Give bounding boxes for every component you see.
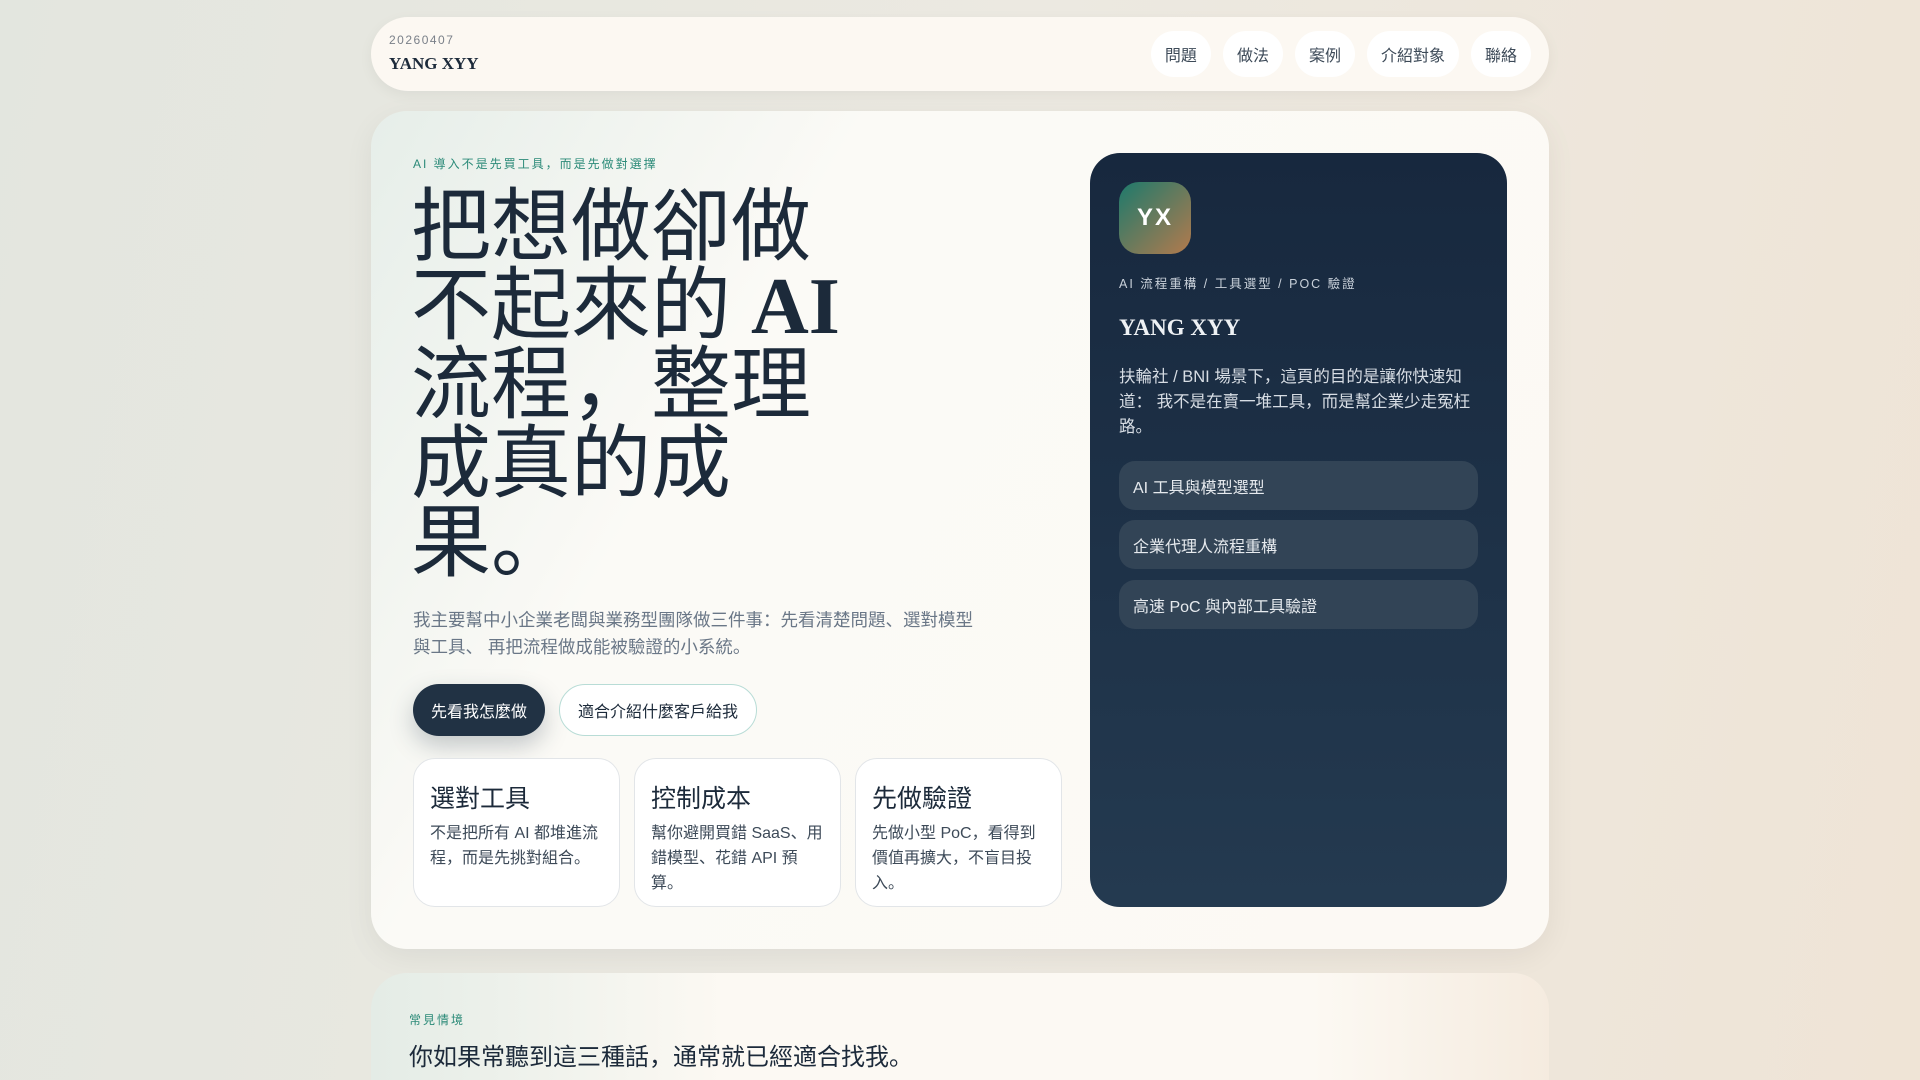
main-nav: 問題 做法 案例 介紹對象 聯絡 [1150, 31, 1531, 77]
card-title: 控制成本 [651, 785, 752, 813]
hero-section: AI 導入不是先買工具，而是先做對選擇 把想做卻做不起來的 AI 流程，整理成真… [371, 111, 1549, 949]
top-header: 20260407 YANG XYY 問題 做法 案例 介紹對象 聯絡 [371, 17, 1549, 91]
nav-problems[interactable]: 問題 [1150, 31, 1211, 77]
nav-approach[interactable]: 做法 [1222, 31, 1283, 77]
headline-ai: AI [751, 263, 840, 351]
profile-description: 扶輪社 / BNI 場景下，這頁的目的是讓你快速知道： 我不是在賣一堆工具，而是… [1119, 368, 1471, 436]
profile-tagline: AI 流程重構 / 工具選型 / POC 驗證 [1119, 277, 1357, 291]
service-item: AI 工具與模型選型 [1119, 461, 1478, 510]
feature-card: 控制成本 幫你避開買錯 SaaS、用錯模型、花錯 API 預算。 [634, 758, 841, 907]
service-item: 高速 PoC 與內部工具驗證 [1119, 580, 1478, 629]
scenarios-section: 常見情境 你如果常聽到這三種話，通常就已經適合找我。 [371, 973, 1549, 1080]
hero-headline: 把想做卻做不起來的 AI 流程，整理成真的成果。 [411, 188, 841, 584]
headline-part: 流程，整理成真的成果。 [411, 342, 811, 588]
feature-card: 先做驗證 先做小型 PoC，看得到價值再擴大，不盲目投入。 [855, 758, 1062, 907]
nav-contact[interactable]: 聯絡 [1470, 31, 1531, 77]
service-item: 企業代理人流程重構 [1119, 520, 1478, 569]
header-date: 20260407 [389, 33, 455, 47]
brand-name[interactable]: YANG XYY [389, 54, 479, 74]
nav-cases[interactable]: 案例 [1294, 31, 1355, 77]
card-text: 先做小型 PoC，看得到價值再擴大，不盲目投入。 [872, 825, 1036, 892]
nav-referral[interactable]: 介紹對象 [1366, 31, 1459, 77]
hero-eyebrow: AI 導入不是先買工具，而是先做對選擇 [413, 157, 658, 171]
section-title: 你如果常聽到這三種話，通常就已經適合找我。 [409, 1044, 913, 1071]
referral-button[interactable]: 適合介紹什麼客戶給我 [559, 684, 758, 736]
profile-name: YANG XYY [1119, 315, 1241, 340]
card-text: 不是把所有 AI 都堆進流程，而是先挑對組合。 [430, 825, 599, 867]
section-eyebrow: 常見情境 [409, 1013, 466, 1027]
feature-card: 選對工具 不是把所有 AI 都堆進流程，而是先挑對組合。 [413, 758, 620, 907]
card-text: 幫你避開買錯 SaaS、用錯模型、花錯 API 預算。 [651, 825, 823, 892]
hero-description: 我主要幫中小企業老闆與業務型團隊做三件事：先看清楚問題、選對模型與工具、 再把流… [413, 610, 973, 657]
card-title: 選對工具 [430, 785, 531, 813]
profile-panel: YX AI 流程重構 / 工具選型 / POC 驗證 YANG XYY 扶輪社 … [1090, 153, 1507, 907]
avatar: YX [1119, 182, 1191, 254]
card-title: 先做驗證 [872, 785, 973, 813]
see-how-button[interactable]: 先看我怎麼做 [413, 684, 546, 736]
